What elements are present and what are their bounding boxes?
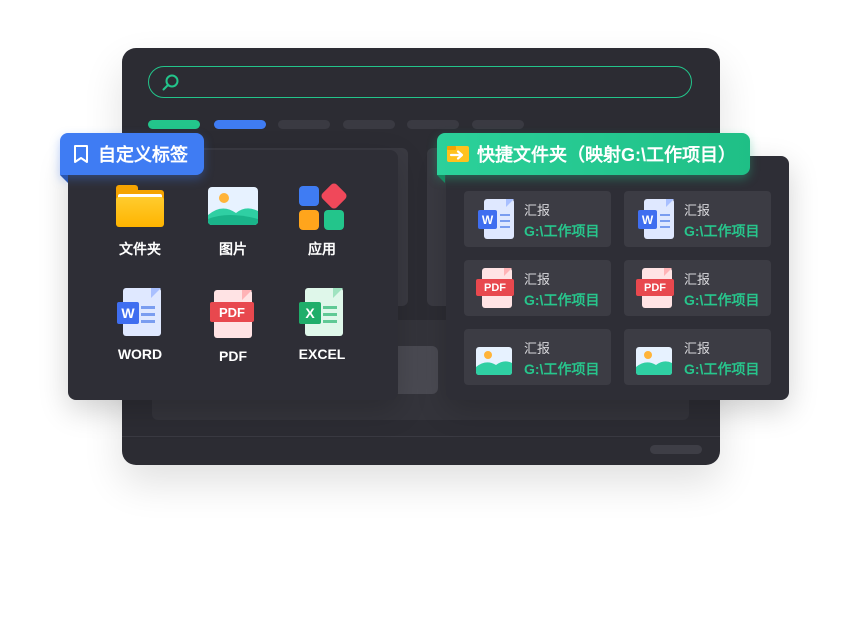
quick-folder-header: 快捷文件夹（映射G:\工作项目） xyxy=(437,133,750,175)
file-card[interactable]: 汇报 G:\工作项目 xyxy=(464,329,611,385)
word-icon: W xyxy=(636,199,674,239)
image-icon xyxy=(476,337,514,377)
tile-image[interactable]: 图片 xyxy=(188,185,278,259)
file-path: G:\工作项目 xyxy=(684,292,760,308)
file-card[interactable]: PDF 汇报 G:\工作项目 xyxy=(464,260,611,316)
tab-pill-1[interactable] xyxy=(148,120,200,129)
tile-word[interactable]: W WORD xyxy=(95,288,185,362)
tab-pill-3[interactable] xyxy=(278,120,330,129)
word-icon: W xyxy=(115,288,165,338)
excel-icon: X xyxy=(297,288,347,338)
folder-icon xyxy=(115,185,165,231)
tag-fold xyxy=(60,175,68,183)
file-path: G:\工作项目 xyxy=(524,292,600,308)
tab-pill-5[interactable] xyxy=(407,120,459,129)
image-icon xyxy=(208,185,258,231)
pdf-icon: PDF xyxy=(476,268,514,308)
tile-label: EXCEL xyxy=(298,346,346,362)
tile-label: PDF xyxy=(219,348,247,364)
tag-fold xyxy=(437,175,445,183)
shortcut-folder-icon xyxy=(447,146,469,162)
tile-label: WORD xyxy=(117,346,163,362)
apps-icon xyxy=(297,181,349,231)
tile-folder[interactable]: 文件夹 xyxy=(95,185,185,259)
footer-pill xyxy=(650,445,702,454)
tile-excel[interactable]: X EXCEL xyxy=(277,288,367,362)
bookmark-icon xyxy=(74,145,88,163)
file-name: 汇报 xyxy=(684,272,711,287)
tab-pill-2[interactable] xyxy=(214,120,266,129)
tile-label: 图片 xyxy=(219,241,247,257)
image-icon xyxy=(636,337,674,377)
file-card[interactable]: 汇报 G:\工作项目 xyxy=(624,329,771,385)
tile-label: 应用 xyxy=(308,241,336,257)
file-name: 汇报 xyxy=(684,341,711,356)
tile-apps[interactable]: 应用 xyxy=(277,181,367,259)
tab-pill-4[interactable] xyxy=(343,120,395,129)
search-icon xyxy=(162,74,179,91)
tile-pdf[interactable]: PDF PDF xyxy=(188,290,278,364)
file-path: G:\工作项目 xyxy=(684,361,760,377)
file-card[interactable]: W 汇报 G:\工作项目 xyxy=(624,191,771,247)
file-name: 汇报 xyxy=(684,203,711,218)
file-name: 汇报 xyxy=(524,272,551,287)
tile-label: 文件夹 xyxy=(119,241,161,257)
search-input[interactable] xyxy=(148,66,692,98)
custom-tags-header: 自定义标签 xyxy=(60,133,204,175)
bg-block xyxy=(392,346,438,394)
quick-folder-title: 快捷文件夹（映射G:\工作项目） xyxy=(477,145,736,165)
file-name: 汇报 xyxy=(524,203,551,218)
word-icon: W xyxy=(476,199,514,239)
pdf-icon: PDF xyxy=(208,290,258,340)
custom-tags-title: 自定义标签 xyxy=(98,145,188,165)
file-path: G:\工作项目 xyxy=(524,223,600,239)
footer-divider xyxy=(122,436,720,437)
file-card[interactable]: W 汇报 G:\工作项目 xyxy=(464,191,611,247)
tab-pill-6[interactable] xyxy=(472,120,524,129)
file-name: 汇报 xyxy=(524,341,551,356)
file-path: G:\工作项目 xyxy=(684,223,760,239)
file-card[interactable]: PDF 汇报 G:\工作项目 xyxy=(624,260,771,316)
file-path: G:\工作项目 xyxy=(524,361,600,377)
pdf-icon: PDF xyxy=(636,268,674,308)
